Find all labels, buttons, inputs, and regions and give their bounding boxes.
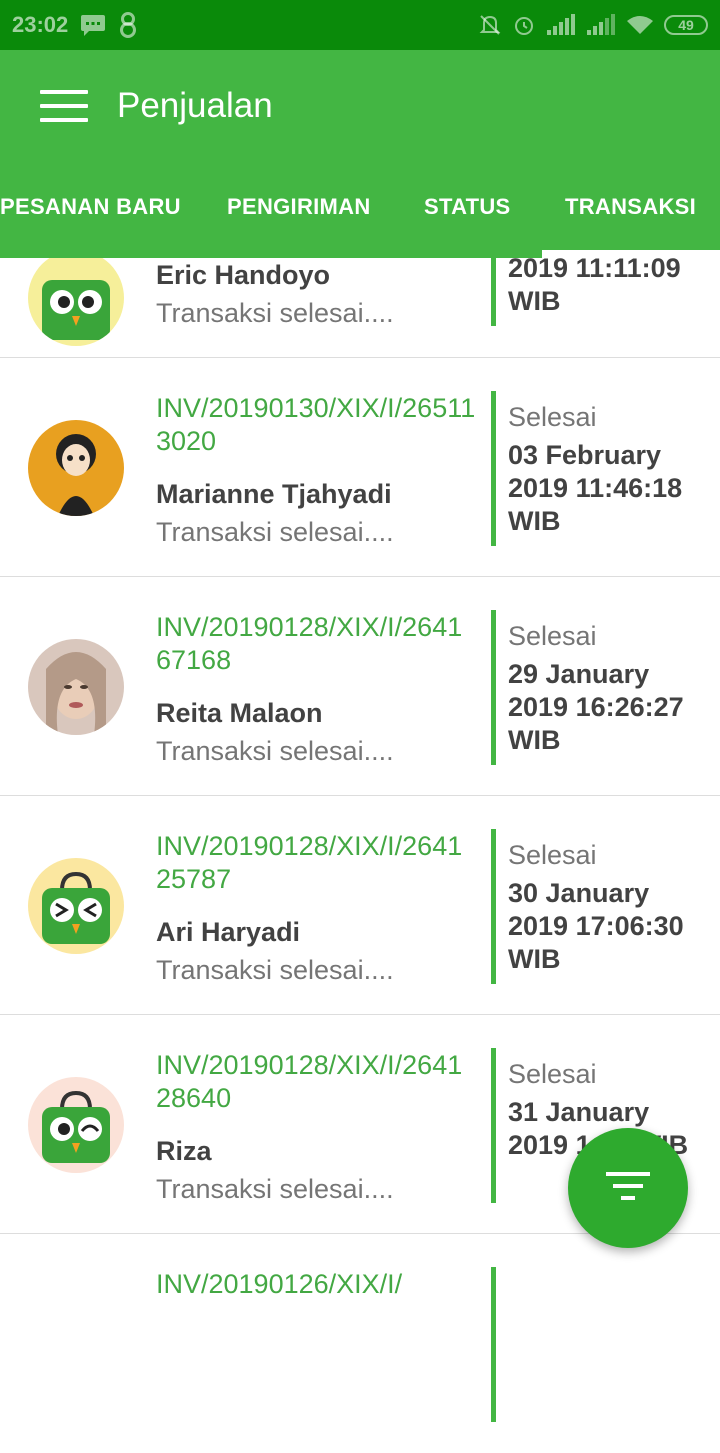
invoice-number[interactable]: INV/20190130/XIX/I/265113020 xyxy=(156,392,476,458)
transaction-date: 03 February 2019 11:46:18 WIB xyxy=(508,440,683,536)
transaction-status: Selesai xyxy=(508,621,597,651)
alarm-icon xyxy=(515,17,533,35)
list-item[interactable]: INV/20190128/XIX/I/264125787 Ari Haryadi… xyxy=(0,797,720,1015)
avatar xyxy=(28,1077,124,1173)
transaction-message: Transaksi selesai.... xyxy=(156,517,394,547)
customer-name: Reita Malaon xyxy=(156,698,323,728)
tab-bar: PESANAN BARU PENGIRIMAN STATUS TRANSAKSI xyxy=(0,172,720,258)
status-divider xyxy=(491,610,496,765)
customer-name: Ari Haryadi xyxy=(156,917,301,947)
wifi-icon xyxy=(627,16,653,34)
transaction-status: Selesai xyxy=(508,840,597,870)
transaction-status: Selesai xyxy=(508,402,597,432)
status-divider xyxy=(491,391,496,546)
tab-transaksi[interactable]: TRANSAKSI xyxy=(565,194,696,220)
status-bar: 23:02 49 xyxy=(0,0,720,50)
invoice-number[interactable]: INV/20190128/XIX/I/264167168 xyxy=(156,611,476,677)
invoice-number[interactable]: INV/20190126/XIX/I/ xyxy=(156,1268,476,1301)
filter-icon xyxy=(606,1172,650,1208)
signal-icon xyxy=(547,14,575,35)
transaction-date: 29 January 2019 16:26:27 WIB xyxy=(508,659,684,755)
transaction-status: Selesai xyxy=(508,1059,597,1089)
customer-name: Eric Handoyo xyxy=(156,260,331,290)
avatar xyxy=(28,420,124,516)
betty-boop-avatar xyxy=(28,420,124,516)
chat-icon xyxy=(81,15,106,36)
signal-icon xyxy=(587,14,615,35)
invoice-number[interactable]: INV/20190128/XIX/I/264125787 xyxy=(156,830,476,896)
status-divider xyxy=(491,829,496,984)
filter-button[interactable] xyxy=(568,1128,688,1248)
status-divider xyxy=(491,248,496,326)
avatar xyxy=(28,639,124,735)
app-bar: Penjualan PESANAN BARU PENGIRIMAN STATUS… xyxy=(0,50,720,258)
status-divider xyxy=(491,1048,496,1203)
customer-name: Riza xyxy=(156,1136,212,1166)
tab-pesanan-baru[interactable]: PESANAN BARU xyxy=(0,194,181,220)
list-item[interactable]: INV/20190126/XIX/I/ xyxy=(0,1235,720,1453)
list-item[interactable]: INV/20190128/XIX/I/264167168 Reita Malao… xyxy=(0,578,720,796)
transaction-message: Transaksi selesai.... xyxy=(156,1174,394,1204)
tokopedia-owl-avatar xyxy=(28,250,124,346)
battery-icon: 49 xyxy=(664,15,708,35)
transaction-message: Transaksi selesai.... xyxy=(156,298,394,328)
tab-pengiriman[interactable]: PENGIRIMAN xyxy=(227,194,371,220)
infinity-icon xyxy=(120,12,137,38)
avatar xyxy=(28,858,124,954)
woman-photo-avatar xyxy=(28,639,124,735)
battery-level: 49 xyxy=(678,17,694,33)
invoice-number[interactable]: INV/20190128/XIX/I/264128640 xyxy=(156,1049,476,1115)
avatar xyxy=(28,250,124,346)
transaction-message: Transaksi selesai.... xyxy=(156,955,394,985)
status-time: 23:02 xyxy=(12,12,69,37)
silent-bell-icon xyxy=(479,15,501,35)
customer-name: Marianne Tjahyadi xyxy=(156,479,392,509)
tab-status[interactable]: STATUS xyxy=(424,194,511,220)
page-title: Penjualan xyxy=(117,86,273,125)
status-divider xyxy=(491,1267,496,1422)
hamburger-menu-icon[interactable] xyxy=(40,90,88,126)
transaction-date: 2019 11:11:09 WIB xyxy=(508,253,681,316)
tokopedia-owl-avatar xyxy=(28,1077,124,1173)
transaction-message: Transaksi selesai.... xyxy=(156,736,394,766)
transaction-date: 30 January 2019 17:06:30 WIB xyxy=(508,878,684,974)
tokopedia-owl-avatar xyxy=(28,858,124,954)
tab-indicator xyxy=(542,250,720,258)
list-item[interactable]: INV/20190130/XIX/I/265113020 Marianne Tj… xyxy=(0,359,720,577)
